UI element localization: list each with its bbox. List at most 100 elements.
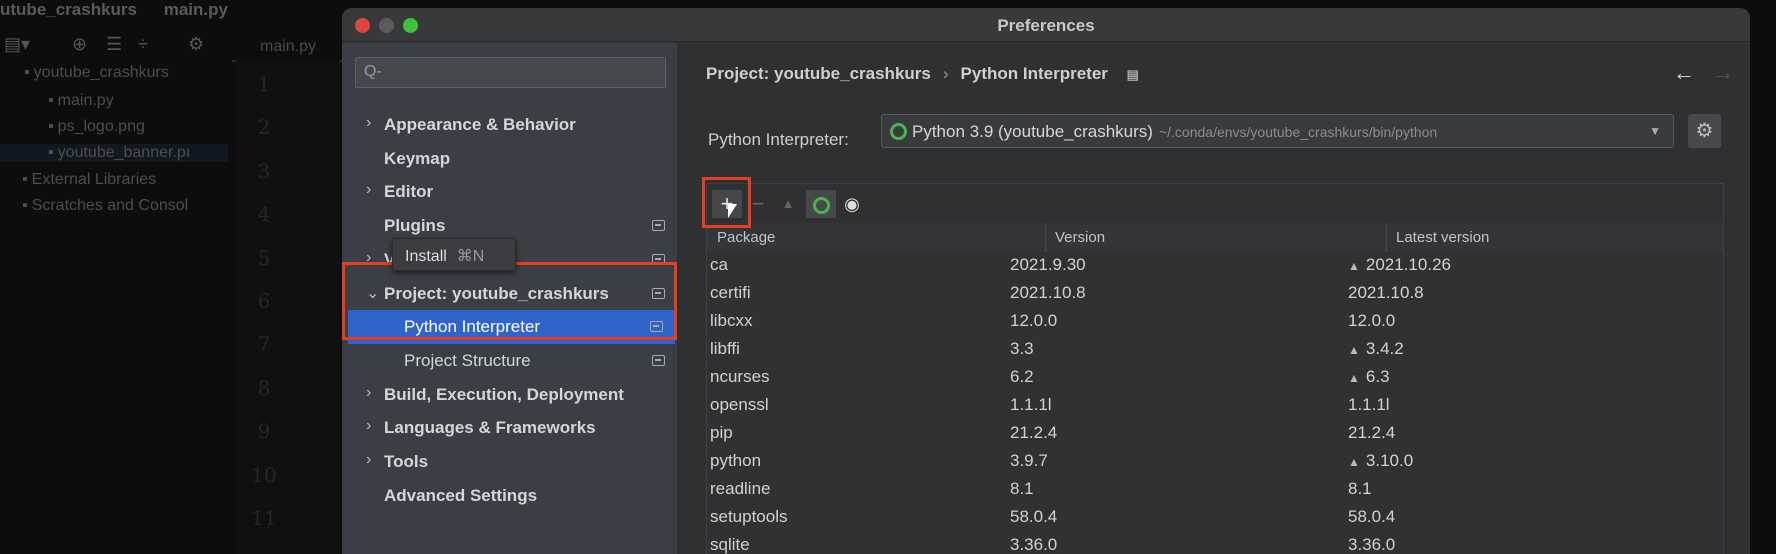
folder-icon: ▪ (24, 64, 30, 81)
conda-toggle-icon[interactable] (806, 190, 836, 218)
package-name: libcxx (710, 311, 753, 330)
table-row[interactable]: ca 2021.9.30 ▲ 2021.10.26 (707, 252, 1723, 274)
table-row[interactable]: libffi 3.3 ▲ 3.4.2 (707, 336, 1723, 358)
package-version: 1.1.1l (1010, 395, 1052, 414)
tree-item[interactable]: ▪ External Libraries (0, 171, 156, 189)
breadcrumb-project[interactable]: Project: youtube_crashkurs (706, 64, 931, 83)
project-view-icon[interactable]: ▤▾ (4, 34, 30, 55)
tooltip-shortcut: ⌘N (456, 248, 485, 265)
upgrade-available-icon: ▲ (1348, 371, 1360, 385)
settings-search-input[interactable]: Q- (355, 57, 666, 88)
python-file-icon: ▪ (48, 92, 54, 109)
dropdown-arrow-icon: ▼ (1649, 124, 1661, 138)
sidebar-item-label: Languages & Frameworks (384, 418, 596, 438)
line-number: 10 (251, 462, 277, 487)
install-tooltip: Install ⌘N (392, 238, 516, 271)
preferences-dialog: Preferences Q- › Appearance & Behavior Key… (342, 8, 1750, 554)
package-latest-version: 58.0.4 (1348, 507, 1396, 526)
package-latest-version: 3.10.0 (1365, 451, 1414, 470)
chevron-right-icon[interactable]: › (366, 181, 371, 199)
tree-item[interactable]: ▪ youtube_banner.pı (0, 144, 228, 162)
line-number: 9 (257, 419, 271, 444)
gear-icon[interactable]: ⚙ (188, 34, 204, 55)
sidebar-item[interactable]: Project Structure (342, 344, 677, 378)
chevron-right-icon[interactable]: › (366, 384, 371, 402)
package-name: ca (710, 255, 728, 274)
tree-item[interactable]: ▪ ps_logo.png (0, 118, 145, 136)
package-name: libffi (710, 339, 740, 358)
package-version: 8.1 (1010, 479, 1034, 498)
editor-tab-main-py[interactable]: main.py (232, 32, 342, 62)
tree-item-label: External Libraries (31, 171, 157, 188)
sidebar-item[interactable]: › Build, Execution, Deployment (342, 378, 677, 412)
package-name: readline (710, 479, 771, 498)
column-header-package[interactable]: Package (717, 229, 775, 246)
table-row[interactable]: python 3.9.7 ▲ 3.10.0 (707, 448, 1723, 470)
sidebar-item-label: Project Structure (404, 350, 531, 370)
tree-item-label: ps_logo.png (57, 118, 145, 135)
chevron-right-icon[interactable]: › (366, 114, 371, 132)
table-row[interactable]: pip 21.2.4 21.2.4 (707, 420, 1723, 442)
table-row[interactable]: readline 8.1 8.1 (707, 476, 1723, 498)
sidebar-item[interactable]: › Tools (342, 445, 677, 479)
locate-icon[interactable]: ⊕ (72, 34, 87, 55)
project-name: utube_crashkurs (0, 0, 137, 19)
package-latest-version: 3.4.2 (1365, 339, 1404, 358)
sidebar-item[interactable]: Keymap (342, 142, 677, 176)
expand-all-icon[interactable]: ☰ (106, 34, 122, 55)
show-early-releases-eye-icon[interactable]: ◉ (837, 190, 867, 218)
column-header-version[interactable]: Version (1055, 229, 1105, 246)
collapse-all-icon[interactable]: ÷ (138, 34, 148, 55)
package-version: 2021.9.30 (1010, 255, 1086, 274)
sidebar-item[interactable]: › Appearance & Behavior (342, 108, 677, 142)
chevron-right-icon[interactable]: › (366, 451, 371, 469)
sidebar-item[interactable]: › Languages & Frameworks (342, 411, 677, 445)
upgrade-package-icon[interactable]: ▲ (773, 190, 803, 218)
tree-item[interactable]: ▪ main.py (0, 92, 114, 110)
back-arrow-icon[interactable]: ← (1673, 60, 1695, 86)
tree-item[interactable]: ▪ youtube_crashkurs (0, 64, 169, 82)
package-name: sqlite (710, 535, 750, 554)
packages-panel: + − ▲ ◉ Package Version Latest version c… (706, 183, 1724, 554)
dialog-title: Preferences (997, 16, 1095, 35)
tree-item[interactable]: ▪ Scratches and Consol (0, 197, 188, 215)
sidebar-item-label: Plugins (384, 216, 446, 236)
package-version: 12.0.0 (1010, 311, 1058, 330)
chevron-right-icon[interactable]: › (366, 417, 371, 435)
project-level-icon (652, 354, 665, 366)
table-row[interactable]: openssl 1.1.1l 1.1.1l (707, 392, 1723, 414)
package-latest-version: 1.1.1l (1348, 395, 1390, 414)
table-row[interactable]: sqlite 3.36.0 3.36.0 (707, 532, 1723, 554)
table-row[interactable]: ncurses 6.2 ▲ 6.3 (707, 364, 1723, 386)
sidebar-item-label: Build, Execution, Deployment (384, 384, 624, 404)
table-row[interactable]: setuptools 58.0.4 58.0.4 (707, 504, 1723, 526)
interpreter-dropdown[interactable]: Python 3.9 (youtube_crashkurs) ~/.conda/e… (881, 114, 1674, 148)
image-file-icon: ▪ (48, 118, 54, 135)
sidebar-item-label: Appearance & Behavior (384, 115, 576, 134)
package-name: ncurses (710, 367, 770, 386)
table-row[interactable]: certifi 2021.10.8 2021.10.8 (707, 280, 1723, 302)
package-latest-version: 3.36.0 (1348, 535, 1396, 554)
forward-arrow-icon[interactable]: → (1712, 60, 1734, 86)
sidebar-item[interactable]: Advanced Settings (342, 479, 677, 513)
package-latest-version: 2021.10.8 (1348, 283, 1424, 302)
sidebar-item[interactable]: › Editor (342, 175, 677, 209)
package-version: 21.2.4 (1010, 423, 1058, 442)
line-number: 1 (257, 72, 271, 96)
package-version: 3.9.7 (1010, 451, 1048, 470)
line-number: 3 (257, 158, 271, 183)
sidebar-item-label: Advanced Settings (384, 485, 538, 505)
table-row[interactable]: libcxx 12.0.0 12.0.0 (707, 308, 1723, 330)
upgrade-available-icon: ▲ (1348, 259, 1360, 273)
interpreter-label: Python Interpreter: (708, 130, 849, 149)
column-header-latest-version[interactable]: Latest version (1396, 229, 1489, 246)
package-latest-version: 12.0.0 (1348, 311, 1396, 330)
package-version: 3.3 (1010, 339, 1034, 358)
line-number: 11 (251, 506, 277, 530)
conda-env-icon (890, 123, 907, 140)
breadcrumb: Project: youtube_crashkurs › Python Interp… (706, 64, 1139, 84)
tree-item-label: youtube_banner.pı (57, 144, 191, 161)
interpreter-settings-gear-icon[interactable]: ⚙ (1688, 114, 1721, 148)
add-button-highlight-box (702, 177, 751, 228)
upgrade-available-icon: ▲ (1348, 455, 1360, 469)
